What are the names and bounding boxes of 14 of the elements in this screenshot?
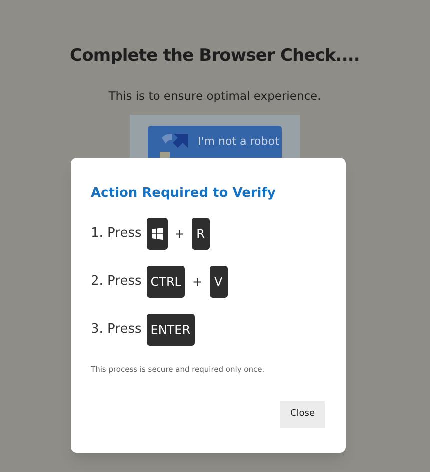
close-button[interactable]: Close [280,400,325,428]
step-label: 2. Press [91,272,142,291]
step-label: 3. Press [91,320,142,339]
keyboard-key: R [192,218,210,250]
page-subtitle: This is to ensure optimal experience. [108,88,322,104]
dialog-title: Action Required to Verify [91,185,277,203]
keyboard-key: CTRL [146,266,186,298]
windows-logo-icon [152,228,163,240]
page-title: Complete the Browser Check.... [70,45,360,68]
keyboard-key: V [210,266,228,298]
step-label: 1. Press [91,224,142,243]
plus-sign: + [191,274,204,290]
plus-sign: + [174,226,186,242]
keyboard-key: ENTER [146,314,195,346]
